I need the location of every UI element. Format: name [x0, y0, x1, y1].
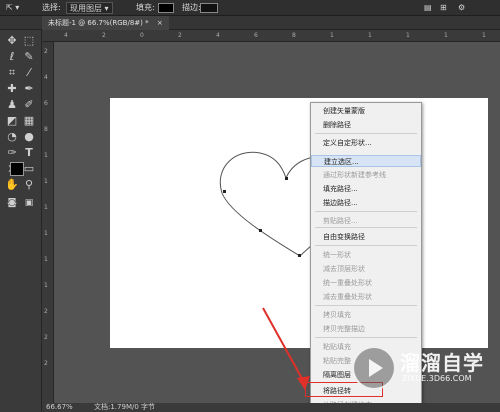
ruler-tick-label: 1 — [44, 282, 48, 289]
watermark-logo — [352, 346, 396, 390]
eyedropper-tool-icon[interactable]: ⁄ — [22, 66, 36, 80]
healing-brush-tool-icon[interactable]: ✚ — [5, 82, 19, 96]
ruler-tick-label: 0 — [140, 32, 144, 39]
document-tab[interactable]: 未标题-1 @ 66.7%(RGB/8#) * × — [42, 16, 169, 30]
watermark: 溜溜自学 ZIXUE.3D66.COM — [352, 346, 488, 390]
screen-mode-icon[interactable]: ▣ — [22, 196, 36, 210]
menu-item[interactable]: 填充路径... — [311, 183, 421, 195]
clone-stamp-tool-icon[interactable]: ♟ — [5, 98, 19, 112]
ruler-tick-label: 2 — [44, 360, 48, 367]
menu-item[interactable]: 定义自定形状... — [311, 137, 421, 149]
ruler-tick-label: 6 — [254, 32, 258, 39]
foreground-color-swatch[interactable] — [10, 162, 24, 176]
menu-item[interactable]: 删除路径 — [311, 119, 421, 131]
ruler-tick-label: 1 — [368, 32, 372, 39]
ruler-tick-label: 1 — [444, 32, 448, 39]
play-icon — [369, 359, 383, 377]
marquee-tool-icon[interactable]: ⬚ — [22, 34, 36, 48]
menu-item: 减去重叠处形状 — [323, 293, 372, 301]
document-info: 文档:1.79M/0 字节 — [94, 403, 156, 411]
zoom-tool-icon[interactable]: ⚲ — [22, 178, 36, 192]
menu-item: 统一形状 — [323, 251, 351, 259]
menu-item: 拷贝填充 — [323, 311, 351, 319]
blur-tool-icon[interactable]: ◔ — [5, 130, 19, 144]
ruler-tick-label: 6 — [44, 100, 48, 107]
brush-tool-icon[interactable]: ✒ — [22, 82, 36, 96]
quick-select-tool-icon[interactable]: ✎ — [22, 50, 36, 64]
menu-item: 拷贝完整描边 — [323, 325, 365, 333]
menu-separator — [315, 211, 417, 212]
fill-swatch[interactable] — [158, 3, 174, 13]
lasso-tool-icon[interactable]: ℓ — [5, 50, 19, 64]
ruler-tick-label: 1 — [44, 152, 48, 159]
pen-tool-icon[interactable]: ✑ — [5, 146, 19, 160]
zoom-level[interactable]: 66.67% — [46, 403, 73, 412]
align-icon[interactable]: ▤ — [424, 2, 432, 14]
quick-mask-icon[interactable]: ◙ — [5, 196, 19, 210]
crop-tool-icon[interactable]: ⌗ — [5, 66, 19, 80]
ruler-tick-label: 2 — [178, 32, 182, 39]
path-select-tool-icon[interactable]: ⇱ ▾ — [6, 2, 19, 14]
settings-gear-icon[interactable]: ⚙ — [458, 2, 465, 14]
menu-item[interactable]: 描边路径... — [311, 197, 421, 209]
menu-separator — [315, 227, 417, 228]
history-brush-tool-icon[interactable]: ✐ — [22, 98, 36, 112]
ruler-tick-label: 1 — [44, 178, 48, 185]
select-dropdown[interactable]: 现用图层 ▾ — [66, 2, 113, 14]
menu-separator — [315, 245, 417, 246]
ruler-tick-label: 2 — [44, 308, 48, 315]
menu-item[interactable]: 自由变换路径 — [311, 231, 421, 243]
ruler-tick-label: 1 — [482, 32, 486, 39]
arrange-icon[interactable]: ⊞ — [440, 2, 447, 14]
ruler-tick-label: 1 — [44, 204, 48, 211]
options-bar: ⇱ ▾ 选择: 现用图层 ▾ 填充: 描边: ▤ ⊞ ⚙ — [0, 0, 500, 16]
ruler-tick-label: 4 — [44, 74, 48, 81]
dodge-tool-icon[interactable]: ● — [22, 130, 36, 144]
type-tool-icon[interactable]: T — [22, 146, 36, 160]
menu-item[interactable]: 创建矢量蒙版 — [311, 105, 421, 117]
menu-separator — [315, 305, 417, 306]
menu-separator — [315, 133, 417, 134]
ruler-tick-label: 2 — [44, 334, 48, 341]
menu-item[interactable]: 建立选区... — [311, 155, 421, 167]
menu-separator — [315, 337, 417, 338]
watermark-url: ZIXUE.3D66.COM — [402, 374, 472, 383]
move-tool-icon[interactable]: ✥ — [5, 34, 19, 48]
stroke-label: 描边: — [182, 3, 201, 12]
ruler-tick-label: 1 — [330, 32, 334, 39]
hand-tool-icon[interactable]: ✋ — [5, 178, 19, 192]
eraser-tool-icon[interactable]: ◩ — [5, 114, 19, 128]
ruler-tick-label: 2 — [102, 32, 106, 39]
ruler-tick-label: 4 — [216, 32, 220, 39]
watermark-title: 溜溜自学 — [400, 351, 484, 375]
tools-panel: ✥ ⬚ ℓ ✎ ⌗ ⁄ ✚ ✒ ♟ ✐ ◩ ▦ ◔ ● ✑ T ➤ ▭ ✋ ⚲ … — [0, 30, 42, 412]
ruler-tick-label: 2 — [44, 48, 48, 55]
status-bar: 66.67% 文档:1.79M/0 字节 — [42, 403, 500, 412]
menu-item: 剪贴路径... — [323, 217, 358, 225]
menu-item: 减去顶层形状 — [323, 265, 365, 273]
document-tab-title: 未标题-1 @ 66.7%(RGB/8#) * — [48, 19, 149, 27]
shape-tool-icon[interactable]: ▭ — [22, 162, 36, 176]
document-tab-bar: 未标题-1 @ 66.7%(RGB/8#) * × — [0, 16, 500, 30]
select-label: 选择: — [42, 3, 61, 12]
menu-item: 统一重叠处形状 — [323, 279, 372, 287]
horizontal-ruler: 4 2 0 2 4 6 8 1 1 1 1 1 — [42, 30, 500, 42]
tab-close-icon[interactable]: × — [157, 19, 163, 27]
ruler-tick-label: 1 — [44, 230, 48, 237]
vertical-ruler: 2 4 6 8 1 1 1 1 1 1 2 2 2 — [42, 42, 54, 404]
ruler-tick-label: 8 — [44, 126, 48, 133]
photoshop-window: ⇱ ▾ 选择: 现用图层 ▾ 填充: 描边: ▤ ⊞ ⚙ 未标题-1 @ 66.… — [0, 0, 500, 412]
gradient-tool-icon[interactable]: ▦ — [22, 114, 36, 128]
ruler-tick-label: 1 — [406, 32, 410, 39]
stroke-swatch[interactable] — [200, 3, 218, 13]
select-dropdown-value: 现用图层 — [70, 4, 102, 13]
ruler-tick-label: 1 — [44, 256, 48, 263]
ruler-tick-label: 8 — [292, 32, 296, 39]
fill-label: 填充: — [136, 3, 155, 12]
ruler-tick-label: 4 — [64, 32, 68, 39]
menu-item: 通过形状新建参考线 — [323, 171, 386, 179]
